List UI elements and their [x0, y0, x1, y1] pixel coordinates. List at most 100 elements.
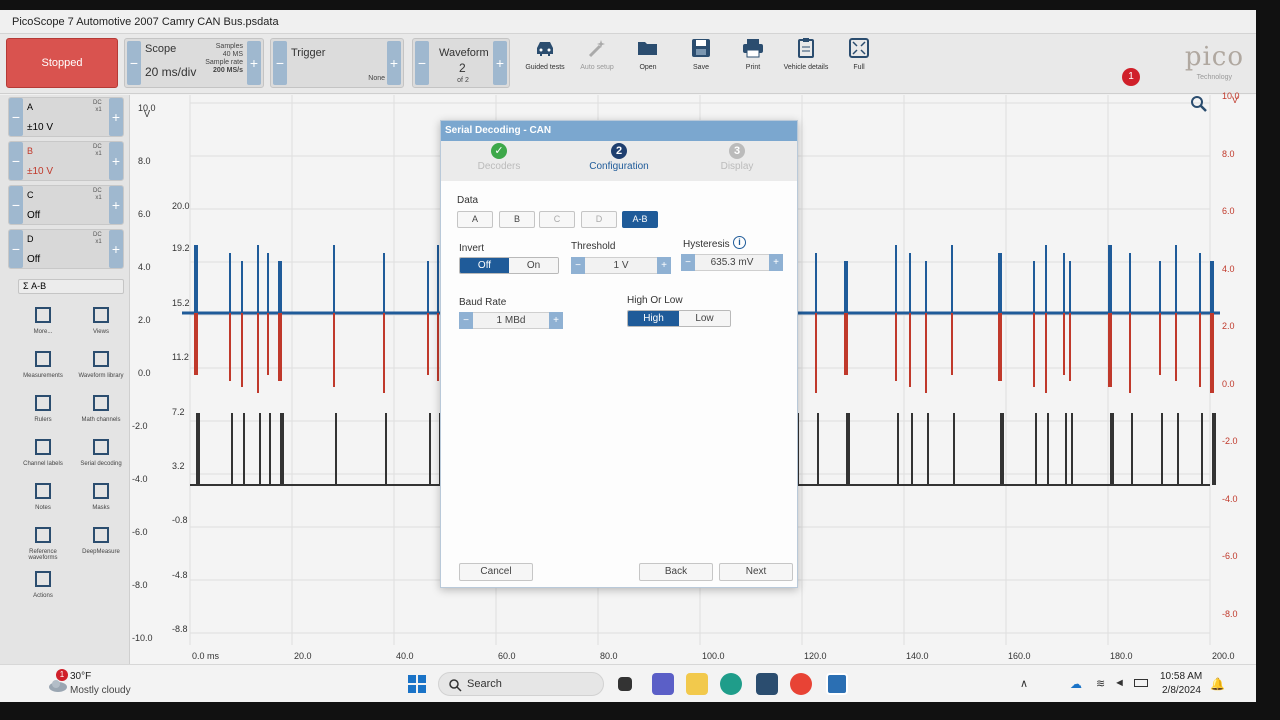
- channel-c-plus-button[interactable]: +: [109, 186, 123, 224]
- clock-date[interactable]: 2/8/2024: [1162, 685, 1201, 696]
- threshold-minus-button[interactable]: −: [571, 257, 585, 274]
- tool-library[interactable]: Waveform library: [72, 349, 130, 379]
- zoom-icon[interactable]: [1190, 95, 1208, 113]
- battery-icon[interactable]: [1134, 679, 1148, 687]
- step-display[interactable]: 3 Display: [687, 143, 787, 172]
- tool-notes[interactable]: Notes: [14, 481, 72, 511]
- threshold-value[interactable]: 1 V: [585, 257, 657, 274]
- hysteresis-minus-button[interactable]: −: [681, 254, 695, 271]
- cancel-button[interactable]: Cancel: [459, 563, 533, 581]
- channel-c-minus-button[interactable]: −: [9, 186, 23, 224]
- channel-a-name: A: [27, 102, 34, 112]
- tool-actions[interactable]: Actions: [14, 569, 72, 599]
- channel-a-range[interactable]: ±10 V: [27, 122, 53, 133]
- save-button[interactable]: Save: [671, 38, 731, 71]
- tool-masks[interactable]: Masks: [72, 481, 130, 511]
- full-screen-button[interactable]: Full: [829, 38, 889, 71]
- taskbar-search-box[interactable]: Search: [438, 672, 604, 696]
- step-configuration[interactable]: 2 Configuration: [569, 143, 669, 172]
- clock-time[interactable]: 10:58 AM: [1160, 671, 1202, 682]
- channel-c-coupling: DC x1: [93, 188, 102, 202]
- channel-c[interactable]: − C DC x1 Off +: [8, 185, 124, 225]
- channel-a[interactable]: − A DC x1 ±10 V +: [8, 97, 124, 137]
- task-view-icon[interactable]: [618, 677, 632, 691]
- threshold-plus-button[interactable]: +: [657, 257, 671, 274]
- channel-a-minus-button[interactable]: −: [9, 98, 23, 136]
- channel-b-minus-button[interactable]: −: [9, 142, 23, 180]
- high-option[interactable]: High: [628, 311, 679, 326]
- teams-icon[interactable]: [652, 673, 674, 695]
- channel-c-range[interactable]: Off: [27, 210, 40, 221]
- volume-icon[interactable]: ◄: [1114, 677, 1125, 689]
- baud-rate-value[interactable]: 1 MBd: [473, 312, 549, 329]
- tool-measurements[interactable]: Measurements: [14, 349, 72, 379]
- channel-b-range[interactable]: ±10 V: [27, 166, 53, 177]
- car-icon: [537, 42, 553, 56]
- print-button[interactable]: Print: [723, 38, 783, 71]
- channel-b-coupling: DC x1: [93, 144, 102, 158]
- hysteresis-value[interactable]: 635.3 mV: [695, 254, 769, 271]
- chrome-icon[interactable]: [790, 673, 812, 695]
- open-button[interactable]: Open: [618, 38, 678, 71]
- notification-bell-icon[interactable]: 🔔: [1210, 677, 1225, 691]
- tool-serial[interactable]: Serial decoding: [72, 437, 130, 467]
- right-axis-tick: 4.0: [1222, 263, 1235, 274]
- data-option-b[interactable]: B: [499, 211, 535, 228]
- edge-icon[interactable]: [720, 673, 742, 695]
- channel-d-plus-button[interactable]: +: [109, 230, 123, 268]
- samples-info: Samples 40 MS Sample rate 200 MS/s: [199, 43, 243, 75]
- store-icon[interactable]: [756, 673, 778, 695]
- channel-b[interactable]: − B DC x1 ±10 V +: [8, 141, 124, 181]
- wifi-icon[interactable]: ≋: [1096, 677, 1105, 690]
- hysteresis-label: Hysteresis: [683, 239, 730, 250]
- channel-d-minus-button[interactable]: −: [9, 230, 23, 268]
- timebase-minus-button[interactable]: −: [127, 41, 141, 85]
- weather-description: Mostly cloudy: [70, 685, 131, 696]
- notification-badge[interactable]: 1: [1122, 68, 1140, 86]
- picoscope-taskbar-icon[interactable]: [826, 673, 848, 695]
- tool-reference[interactable]: Reference waveforms: [14, 525, 72, 561]
- hysteresis-plus-button[interactable]: +: [769, 254, 783, 271]
- trigger-plus-button[interactable]: +: [387, 41, 401, 85]
- vehicle-details-button[interactable]: Vehicle details: [776, 38, 836, 71]
- tool-deepmeasure[interactable]: DeepMeasure: [72, 525, 130, 555]
- guided-tests-button[interactable]: Guided tests: [515, 38, 575, 71]
- baud-rate-plus-button[interactable]: +: [549, 312, 563, 329]
- file-explorer-icon[interactable]: [686, 673, 708, 695]
- onedrive-icon[interactable]: ☁: [1070, 677, 1082, 691]
- chevron-up-icon[interactable]: ∧: [1020, 677, 1028, 690]
- waveform-minus-button[interactable]: −: [415, 41, 429, 85]
- math-channel-a-b[interactable]: Σ A-B: [18, 279, 124, 294]
- channel-b-plus-button[interactable]: +: [109, 142, 123, 180]
- data-option-a[interactable]: A: [457, 211, 493, 228]
- channel-d-probe: x1: [95, 239, 102, 245]
- data-option-c[interactable]: C: [539, 211, 575, 228]
- channel-a-coupling-label: DC: [93, 100, 102, 106]
- low-option[interactable]: Low: [679, 311, 730, 326]
- reference-icon: [35, 527, 51, 543]
- start-button[interactable]: [406, 673, 428, 695]
- tool-sigma[interactable]: Math channels: [72, 393, 130, 423]
- channel-a-plus-button[interactable]: +: [109, 98, 123, 136]
- tool-ruler[interactable]: Rulers: [14, 393, 72, 423]
- invert-on-option[interactable]: On: [509, 258, 558, 273]
- trigger-minus-button[interactable]: −: [273, 41, 287, 85]
- stopped-button[interactable]: Stopped: [6, 38, 118, 88]
- invert-off-option[interactable]: Off: [460, 258, 509, 273]
- waveform-plus-button[interactable]: +: [493, 41, 507, 85]
- data-option-d[interactable]: D: [581, 211, 617, 228]
- channel-d[interactable]: − D DC x1 Off +: [8, 229, 124, 269]
- step-decoders[interactable]: ✓ Decoders: [449, 143, 549, 172]
- back-button[interactable]: Back: [639, 563, 713, 581]
- tool-labels[interactable]: Channel labels: [14, 437, 72, 467]
- next-button[interactable]: Next: [719, 563, 793, 581]
- weather-widget[interactable]: 1 30°F Mostly cloudy: [48, 669, 168, 699]
- timebase-plus-button[interactable]: +: [247, 41, 261, 85]
- info-icon[interactable]: i: [733, 236, 746, 249]
- data-option-a-b[interactable]: A-B: [622, 211, 658, 228]
- tool-grid[interactable]: More...: [14, 305, 72, 335]
- channel-d-range[interactable]: Off: [27, 254, 40, 265]
- timebase-value[interactable]: 20 ms/div: [145, 65, 196, 79]
- tool-views[interactable]: Views: [72, 305, 130, 335]
- baud-rate-minus-button[interactable]: −: [459, 312, 473, 329]
